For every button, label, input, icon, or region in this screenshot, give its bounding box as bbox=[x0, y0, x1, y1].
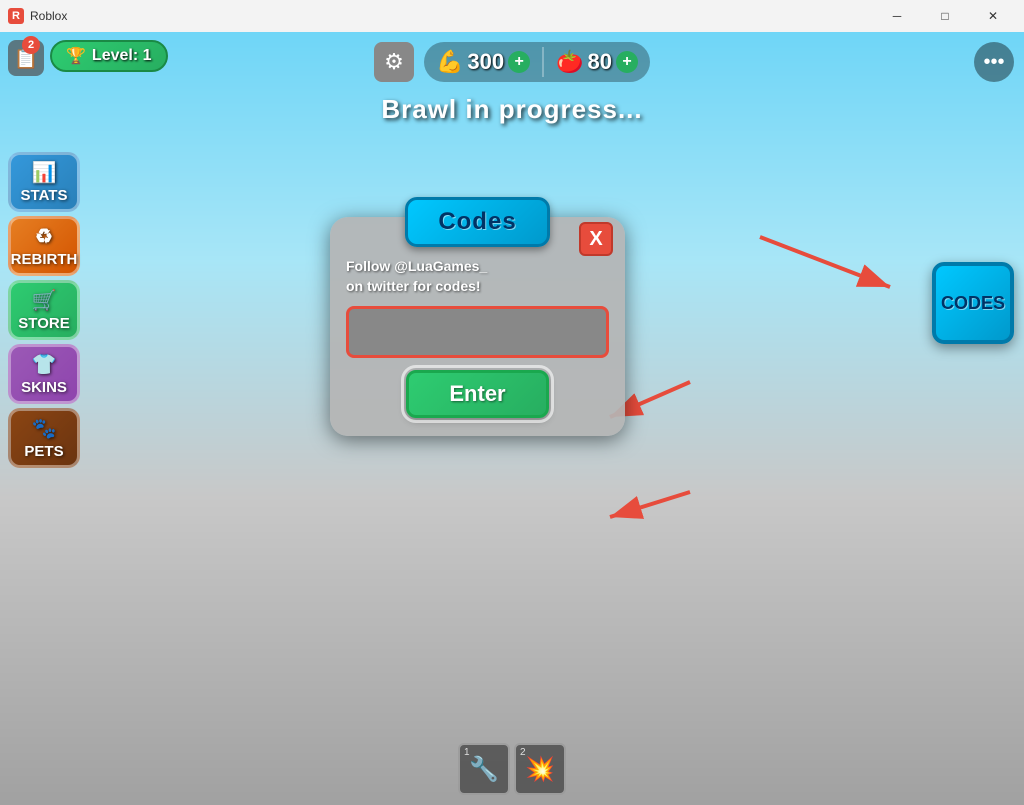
pets-icon: 🐾 bbox=[32, 416, 57, 441]
code-input-container bbox=[346, 306, 609, 358]
notification-count: 2 bbox=[22, 36, 40, 54]
gem-icon: 🍅 bbox=[556, 49, 583, 75]
top-hud: ⚙ 💪 300 + 🍅 80 + bbox=[0, 42, 1024, 82]
close-button[interactable]: ✕ bbox=[970, 0, 1016, 32]
slot-2-icon: 💥 bbox=[525, 755, 555, 784]
maximize-button[interactable]: □ bbox=[922, 0, 968, 32]
settings-button[interactable]: ⚙ bbox=[374, 42, 414, 82]
game-viewport: 📋 2 🏆 Level: 1 ⚙ 💪 300 + 🍅 80 + ••• bbox=[0, 32, 1024, 805]
muscle-value: 300 bbox=[467, 49, 504, 75]
codes-title: Codes bbox=[405, 197, 549, 247]
currency-divider bbox=[542, 47, 544, 77]
left-sidebar: 📊 STATS ♻ REBIRTH 🛒 STORE 👕 SKINS 🐾 PETS bbox=[8, 152, 80, 468]
muscle-currency: 💪 300 + bbox=[436, 49, 530, 75]
codes-right-button[interactable]: CODES bbox=[932, 262, 1014, 344]
add-gem-button[interactable]: + bbox=[616, 51, 638, 73]
skins-label: SKINS bbox=[21, 379, 67, 396]
store-icon: 🛒 bbox=[32, 288, 57, 313]
hotbar-slot-2[interactable]: 2 💥 bbox=[514, 743, 566, 795]
codes-dialog: Codes X Follow @LuaGames_ on twitter for… bbox=[330, 217, 625, 436]
sidebar-item-store[interactable]: 🛒 STORE bbox=[8, 280, 80, 340]
codes-dialog-header: Codes X bbox=[330, 217, 625, 247]
brawl-status-text: Brawl in progress... bbox=[0, 94, 1024, 125]
stats-icon: 📊 bbox=[32, 160, 57, 185]
slot-1-number: 1 bbox=[464, 747, 470, 758]
pets-label: PETS bbox=[24, 443, 63, 460]
enter-button[interactable]: Enter bbox=[406, 370, 548, 418]
sidebar-item-rebirth[interactable]: ♻ REBIRTH bbox=[8, 216, 80, 276]
sidebar-item-pets[interactable]: 🐾 PETS bbox=[8, 408, 80, 468]
codes-close-button[interactable]: X bbox=[579, 222, 613, 256]
currency-bar: 💪 300 + 🍅 80 + bbox=[424, 42, 650, 82]
add-muscle-button[interactable]: + bbox=[508, 51, 530, 73]
titlebar-title: Roblox bbox=[30, 9, 874, 23]
titlebar-icon: R bbox=[8, 8, 24, 24]
stats-label: STATS bbox=[21, 187, 68, 204]
titlebar: R Roblox ─ □ ✕ bbox=[0, 0, 1024, 32]
titlebar-controls: ─ □ ✕ bbox=[874, 0, 1016, 32]
store-label: STORE bbox=[18, 315, 69, 332]
muscle-icon: 💪 bbox=[436, 49, 463, 75]
hotbar-slot-1[interactable]: 1 🔧 bbox=[458, 743, 510, 795]
gear-icon: ⚙ bbox=[384, 49, 404, 75]
gem-value: 80 bbox=[588, 49, 612, 75]
sidebar-item-stats[interactable]: 📊 STATS bbox=[8, 152, 80, 212]
minimize-button[interactable]: ─ bbox=[874, 0, 920, 32]
code-input[interactable] bbox=[351, 311, 604, 353]
slot-2-number: 2 bbox=[520, 747, 526, 758]
sidebar-item-skins[interactable]: 👕 SKINS bbox=[8, 344, 80, 404]
gem-currency: 🍅 80 + bbox=[556, 49, 638, 75]
codes-instruction: Follow @LuaGames_ on twitter for codes! bbox=[330, 257, 625, 306]
rebirth-label: REBIRTH bbox=[11, 251, 78, 268]
rebirth-icon: ♻ bbox=[35, 224, 53, 249]
slot-1-icon: 🔧 bbox=[469, 755, 499, 784]
skins-icon: 👕 bbox=[32, 352, 57, 377]
hotbar: 1 🔧 2 💥 bbox=[458, 743, 566, 795]
